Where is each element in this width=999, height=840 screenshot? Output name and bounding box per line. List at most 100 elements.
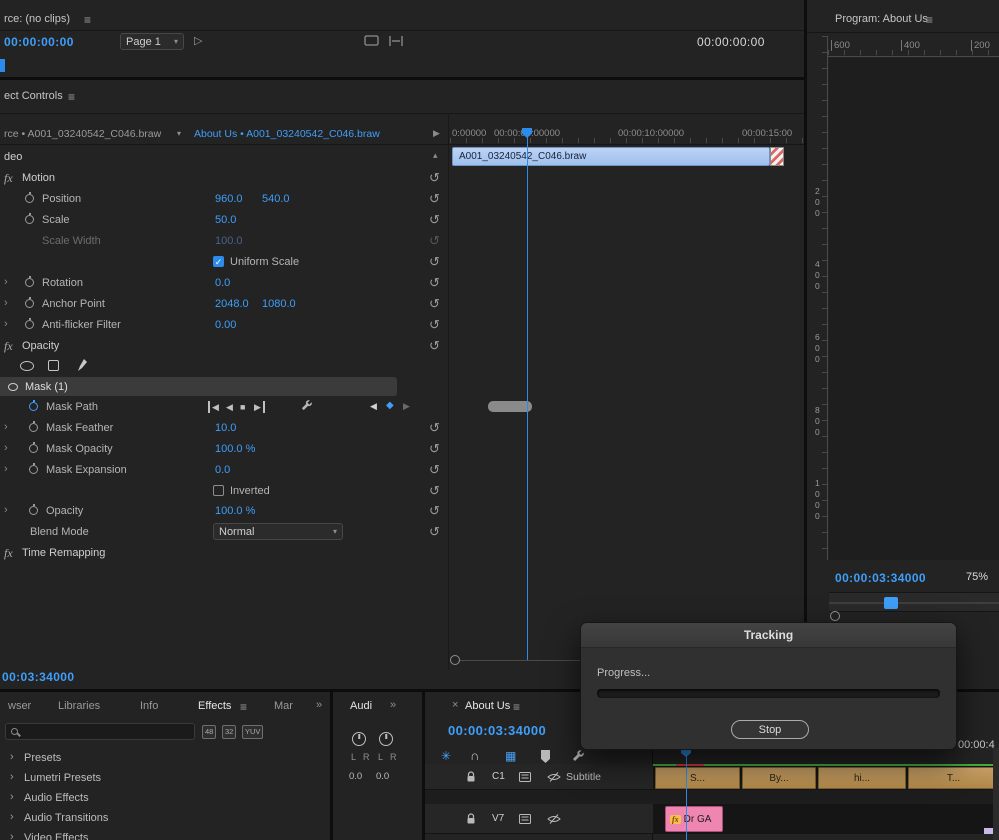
twirl-icon[interactable]: › [4, 276, 8, 289]
ec-timeline-toggle-icon[interactable]: ▶ [433, 128, 440, 139]
stopwatch-icon[interactable] [25, 297, 34, 308]
fx-badge-icon[interactable]: fx [4, 546, 13, 561]
caption-clip[interactable]: S... [655, 767, 740, 789]
caption-clip[interactable]: hi... [818, 767, 906, 789]
stopwatch-icon[interactable] [29, 421, 38, 432]
source-duration-timecode[interactable]: 00:00:00:00 [697, 35, 765, 49]
tab-markers[interactable]: Mar [274, 700, 293, 712]
ec-time-remapping-label[interactable]: Time Remapping [22, 547, 105, 559]
chevron-down-icon[interactable]: ▾ [177, 129, 181, 138]
twirl-icon[interactable]: › [4, 318, 8, 331]
mask-feather-value[interactable]: 10.0 [215, 422, 236, 434]
list-item[interactable]: › Presets [0, 748, 330, 768]
scrollbar-thumb[interactable] [884, 597, 898, 609]
program-zoom-scrollbar[interactable] [829, 592, 999, 612]
source-panel-title[interactable]: rce: (no clips) [4, 13, 70, 25]
stopwatch-icon[interactable] [25, 192, 34, 203]
divider[interactable] [422, 692, 425, 840]
caption-clip[interactable]: T... [908, 767, 999, 789]
position-x-value[interactable]: 960.0 [215, 193, 243, 205]
more-tabs-icon[interactable]: » [390, 699, 396, 711]
inverted-checkbox[interactable] [213, 485, 224, 496]
stopwatch-icon[interactable] [29, 463, 38, 474]
list-item[interactable]: › Audio Transitions [0, 808, 330, 828]
nest-sequence-icon[interactable]: ✳ [441, 749, 451, 763]
accelerated-effects-badge[interactable]: 48 [202, 725, 220, 739]
reset-icon[interactable]: ↺ [429, 296, 440, 311]
effects-search-input[interactable] [5, 723, 195, 740]
track-mask-stop-icon[interactable]: ■ [240, 401, 245, 413]
settings-monitor-icon[interactable] [364, 35, 379, 47]
fx-badge-icon[interactable]: fx [4, 339, 13, 354]
position-y-value[interactable]: 540.0 [262, 193, 290, 205]
pan-value[interactable]: 0.0 [376, 771, 389, 782]
collapse-section-icon[interactable]: ▴ [433, 150, 438, 161]
twirl-icon[interactable]: › [4, 297, 8, 310]
track-output-eye-slash-icon[interactable] [547, 813, 561, 825]
pen-mask-tool-icon[interactable] [76, 358, 88, 372]
anchor-y-value[interactable]: 1080.0 [262, 298, 296, 310]
reset-icon[interactable]: ↺ [429, 212, 440, 227]
reset-icon[interactable]: ↺ [429, 317, 440, 332]
stopwatch-icon[interactable] [29, 442, 38, 453]
source-panel-menu-icon[interactable]: ≡ [84, 14, 91, 26]
bit-depth-badge[interactable]: 32 [222, 725, 240, 739]
close-tab-icon[interactable]: × [452, 699, 458, 711]
audio-pan-knob[interactable] [352, 732, 366, 746]
yuv-badge[interactable]: YUV [242, 725, 267, 739]
list-item[interactable]: › Audio Effects [0, 788, 330, 808]
twirl-icon[interactable]: › [4, 421, 8, 434]
ellipse-mask-tool-icon[interactable] [20, 361, 34, 371]
track-name[interactable]: C1 [492, 771, 505, 782]
pan-value[interactable]: 0.0 [349, 771, 362, 782]
previous-keyframe-icon[interactable]: ◀ [370, 401, 377, 412]
track-name[interactable]: V7 [492, 813, 504, 824]
twirl-icon[interactable]: › [10, 791, 14, 803]
snap-icon[interactable]: ∩ [470, 748, 479, 763]
program-panel-title[interactable]: Program: About Us [835, 13, 928, 25]
next-keyframe-icon[interactable]: ▶ [403, 401, 410, 412]
timeline-playhead-line[interactable] [686, 748, 687, 840]
play-icon[interactable]: ▷ [194, 34, 202, 47]
twirl-icon[interactable]: › [10, 771, 14, 783]
program-timecode[interactable]: 00:00:03:34000 [835, 571, 926, 585]
fit-width-icon[interactable] [388, 35, 404, 47]
stopwatch-icon[interactable] [25, 318, 34, 329]
divider[interactable] [0, 77, 804, 80]
ec-opacity-section-label[interactable]: Opacity [22, 340, 59, 352]
anchor-x-value[interactable]: 2048.0 [215, 298, 249, 310]
tab-sequence[interactable]: About Us [465, 700, 510, 712]
mask-path-track-handle[interactable] [488, 401, 532, 412]
fx-badge-icon[interactable]: fx [4, 171, 13, 186]
twirl-icon[interactable]: › [4, 442, 8, 455]
rectangle-mask-tool-icon[interactable] [48, 360, 59, 371]
track-options-icon[interactable] [519, 814, 531, 824]
uniform-scale-checkbox[interactable]: ✓ [213, 256, 224, 267]
zoom-level-select[interactable]: 75% [966, 571, 988, 583]
tab-libraries[interactable]: Libraries [58, 700, 100, 712]
antiflicker-value[interactable]: 0.00 [215, 319, 236, 331]
blend-mode-select[interactable]: Normal ▾ [213, 523, 343, 540]
mask-tracking-options-icon[interactable] [300, 399, 313, 412]
track-output-eye-slash-icon[interactable] [547, 771, 561, 783]
ec-timeline-clip[interactable]: A001_03240542_C046.braw [452, 147, 770, 166]
track-mask-forward-one-icon[interactable]: ▶ [254, 401, 265, 413]
stopwatch-icon[interactable] [25, 213, 34, 224]
source-timecode[interactable]: 00:00:00:00 [4, 35, 74, 49]
ec-mask-group-row[interactable]: Mask (1) [0, 377, 397, 396]
twirl-icon[interactable]: › [4, 463, 8, 476]
caption-clip[interactable]: By... [742, 767, 816, 789]
ec-playhead-line[interactable] [527, 132, 528, 660]
add-marker-icon[interactable] [541, 750, 550, 763]
timeline-panel-menu-icon[interactable]: ≡ [513, 701, 520, 713]
divider[interactable] [804, 0, 807, 689]
linked-selection-icon[interactable]: ▦ [505, 749, 516, 763]
twirl-icon[interactable]: › [10, 751, 14, 763]
timeline-vertical-scrollbar[interactable] [993, 748, 999, 840]
stopwatch-icon[interactable] [29, 504, 38, 515]
list-item[interactable]: › Video Effects [0, 828, 330, 840]
program-panel-menu-icon[interactable]: ≡ [926, 14, 933, 26]
opacity-value[interactable]: 100.0 % [215, 505, 255, 517]
reset-icon[interactable]: ↺ [429, 170, 440, 185]
stopwatch-icon[interactable] [25, 276, 34, 287]
